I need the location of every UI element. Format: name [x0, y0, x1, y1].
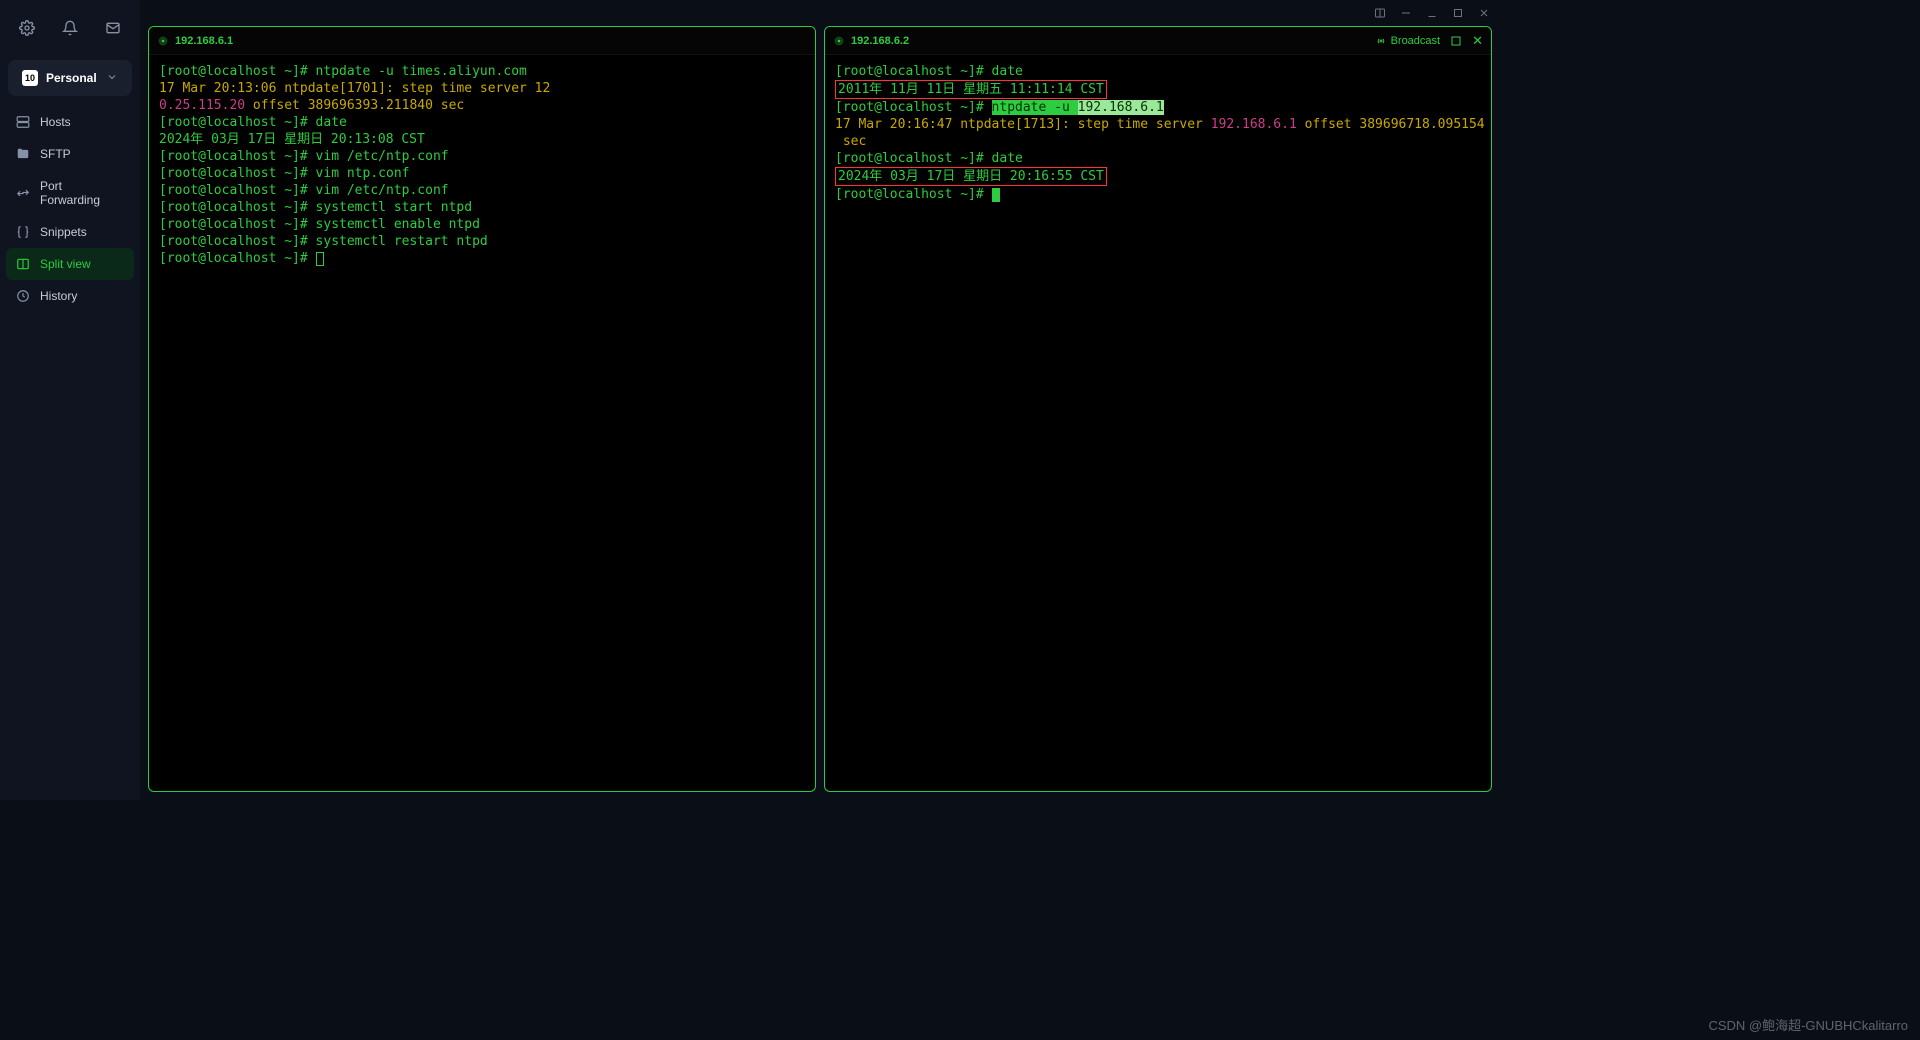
- workspace-selector[interactable]: 10 Personal: [8, 60, 132, 96]
- minimize-icon[interactable]: [1426, 7, 1438, 19]
- panes: 192.168.6.1 [root@localhost ~]# ntpdate …: [140, 26, 1500, 800]
- close-pane-icon[interactable]: ✕: [1472, 33, 1483, 49]
- terminal-right[interactable]: [root@localhost ~]# date 2011年 11月 11日 星…: [825, 55, 1491, 791]
- chevron-down-icon: [106, 71, 118, 86]
- sidebar-item-history[interactable]: History: [6, 280, 134, 312]
- workspace-badge: 10: [22, 70, 38, 86]
- highlight-box: 2011年 11月 11日 星期五 11:11:14 CST: [835, 80, 1107, 99]
- sidebar-item-label: Split view: [40, 257, 91, 271]
- main: 192.168.6.1 [root@localhost ~]# ntpdate …: [140, 0, 1500, 800]
- settings-icon[interactable]: [15, 16, 39, 40]
- sidebar-item-hosts[interactable]: Hosts: [6, 106, 134, 138]
- sidebar-item-label: Hosts: [40, 115, 71, 129]
- pane-left-tabbar: 192.168.6.1: [149, 27, 815, 55]
- mail-icon[interactable]: [101, 16, 125, 40]
- cursor-icon: [316, 252, 324, 266]
- pane-right-tab[interactable]: 192.168.6.2: [833, 35, 909, 47]
- sidebar-item-port-forwarding[interactable]: Port Forwarding: [6, 170, 134, 216]
- bell-icon[interactable]: [58, 16, 82, 40]
- sidebar-item-sftp[interactable]: SFTP: [6, 138, 134, 170]
- tab-label: 192.168.6.1: [175, 35, 233, 47]
- titlebar: [140, 0, 1500, 26]
- arrows-icon: [16, 186, 30, 200]
- close-icon[interactable]: [1478, 7, 1490, 19]
- broadcast-button[interactable]: Broadcast: [1375, 35, 1441, 47]
- sidebar-top: [0, 0, 140, 56]
- watermark: CSDN @鲍海超-GNUBHCkalitarro: [1708, 1015, 1908, 1034]
- workspace-name: Personal: [46, 71, 97, 85]
- layout-icon[interactable]: [1374, 7, 1386, 19]
- braces-icon: [16, 225, 30, 239]
- gear-icon: [157, 35, 169, 47]
- pane-left-tab[interactable]: 192.168.6.1: [157, 35, 233, 47]
- sidebar-item-snippets[interactable]: Snippets: [6, 216, 134, 248]
- tab-label: 192.168.6.2: [851, 35, 909, 47]
- expand-icon[interactable]: [1450, 35, 1462, 47]
- server-icon: [16, 115, 30, 129]
- folder-icon: [16, 147, 30, 161]
- sidebar-item-label: Port Forwarding: [40, 179, 124, 207]
- cursor-icon: [992, 188, 1000, 202]
- sidebar-item-label: History: [40, 289, 77, 303]
- pane-right-tabbar: 192.168.6.2 Broadcast ✕: [825, 27, 1491, 55]
- terminal-left[interactable]: [root@localhost ~]# ntpdate -u times.ali…: [149, 55, 815, 791]
- sidebar: 10 Personal Hosts SFTP Port Forwarding S…: [0, 0, 140, 800]
- maximize-icon[interactable]: [1452, 7, 1464, 19]
- sidebar-item-label: Snippets: [40, 225, 87, 239]
- highlight-box: 2024年 03月 17日 星期日 20:16:55 CST: [835, 167, 1107, 186]
- sidebar-item-label: SFTP: [40, 147, 71, 161]
- menu-icon[interactable]: [1400, 7, 1412, 19]
- sidebar-item-split-view[interactable]: Split view: [6, 248, 134, 280]
- tabbar-right-controls: Broadcast ✕: [1375, 33, 1483, 49]
- clock-icon: [16, 289, 30, 303]
- broadcast-label: Broadcast: [1391, 35, 1441, 47]
- split-icon: [16, 257, 30, 271]
- sidebar-nav: Hosts SFTP Port Forwarding Snippets Spli…: [0, 106, 140, 312]
- pane-right: 192.168.6.2 Broadcast ✕ [root@localhost …: [824, 26, 1492, 792]
- gear-icon: [833, 35, 845, 47]
- broadcast-icon: [1375, 35, 1387, 47]
- pane-left: 192.168.6.1 [root@localhost ~]# ntpdate …: [148, 26, 816, 792]
